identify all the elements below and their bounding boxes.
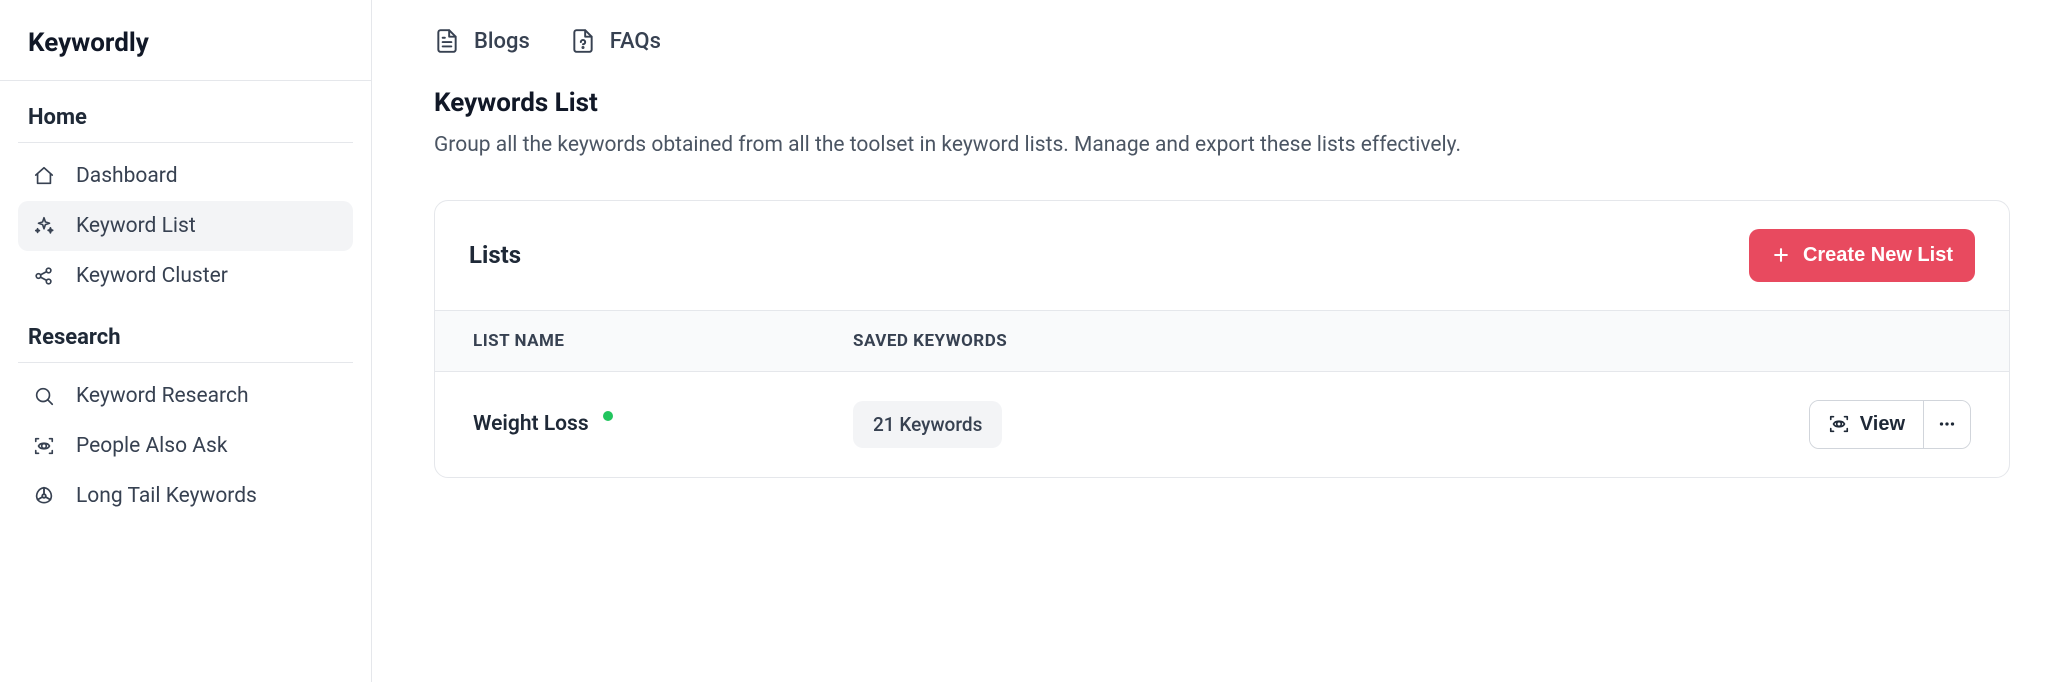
nav-section-research: Research Keyword Research People Also As… xyxy=(0,301,371,521)
button-label: Create New List xyxy=(1803,244,1953,267)
page-header: Keywords List Group all the keywords obt… xyxy=(372,82,2072,162)
row-actions: View xyxy=(1771,400,1971,449)
sidebar-item-people-also-ask[interactable]: People Also Ask xyxy=(18,421,353,471)
card-title: Lists xyxy=(469,241,521,269)
sidebar-item-label: Keyword List xyxy=(76,214,196,238)
sidebar-item-long-tail-keywords[interactable]: Long Tail Keywords xyxy=(18,471,353,521)
topbar: Blogs FAQs xyxy=(372,0,2072,82)
lists-card: Lists Create New List LIST NAME SAVED KE… xyxy=(434,200,2010,478)
brand-name: Keywordly xyxy=(28,28,343,58)
more-menu-button[interactable] xyxy=(1924,401,1970,448)
sidebar-item-keyword-list[interactable]: Keyword List xyxy=(18,201,353,251)
create-new-list-button[interactable]: Create New List xyxy=(1749,229,1975,282)
sidebar-item-label: Dashboard xyxy=(76,164,178,188)
scan-eye-icon xyxy=(32,434,56,458)
sidebar-item-keyword-cluster[interactable]: Keyword Cluster xyxy=(18,251,353,301)
sidebar-item-label: Keyword Research xyxy=(76,384,249,408)
file-text-icon xyxy=(434,28,460,54)
home-icon xyxy=(32,164,56,188)
topbar-item-label: FAQs xyxy=(610,29,661,54)
view-button[interactable]: View xyxy=(1810,401,1924,448)
dots-horizontal-icon xyxy=(1936,413,1958,435)
search-icon xyxy=(32,384,56,408)
sidebar-item-keyword-research[interactable]: Keyword Research xyxy=(18,371,353,421)
view-button-label: View xyxy=(1860,413,1905,436)
status-dot-icon xyxy=(603,411,613,421)
nav-section-home: Home Dashboard Keyword List Keyword Clus… xyxy=(0,81,371,301)
topbar-item-label: Blogs xyxy=(474,29,530,54)
topbar-item-faqs[interactable]: FAQs xyxy=(570,28,661,54)
column-header-saved-keywords: SAVED KEYWORDS xyxy=(853,331,1771,351)
row-saved-keywords: 21 Keywords xyxy=(853,401,1771,448)
list-name-text: Weight Loss xyxy=(473,412,589,436)
saved-keywords-chip: 21 Keywords xyxy=(853,401,1002,448)
card-header: Lists Create New List xyxy=(435,201,2009,310)
row-list-name: Weight Loss xyxy=(473,412,853,436)
sparkles-icon xyxy=(32,214,56,238)
plus-icon xyxy=(1771,245,1791,265)
section-title: Research xyxy=(18,301,353,363)
sidebar-item-label: People Also Ask xyxy=(76,434,227,458)
sidebar: Keywordly Home Dashboard Keyword List Ke… xyxy=(0,0,372,682)
page-title: Keywords List xyxy=(434,88,2010,118)
topbar-item-blogs[interactable]: Blogs xyxy=(434,28,530,54)
sidebar-item-label: Keyword Cluster xyxy=(76,264,228,288)
table-header: LIST NAME SAVED KEYWORDS xyxy=(435,310,2009,372)
page-subtitle: Group all the keywords obtained from all… xyxy=(434,130,2010,162)
brand: Keywordly xyxy=(0,0,371,81)
radioactive-icon xyxy=(32,484,56,508)
main-content: Blogs FAQs Keywords List Group all the k… xyxy=(372,0,2072,682)
file-question-icon xyxy=(570,28,596,54)
eye-scan-icon xyxy=(1828,413,1850,435)
sidebar-item-label: Long Tail Keywords xyxy=(76,484,257,508)
table-row: Weight Loss 21 Keywords View xyxy=(435,372,2009,477)
column-header-list-name: LIST NAME xyxy=(473,331,853,351)
row-action-group: View xyxy=(1809,400,1971,449)
section-title: Home xyxy=(18,81,353,143)
share-icon xyxy=(32,264,56,288)
sidebar-item-dashboard[interactable]: Dashboard xyxy=(18,151,353,201)
